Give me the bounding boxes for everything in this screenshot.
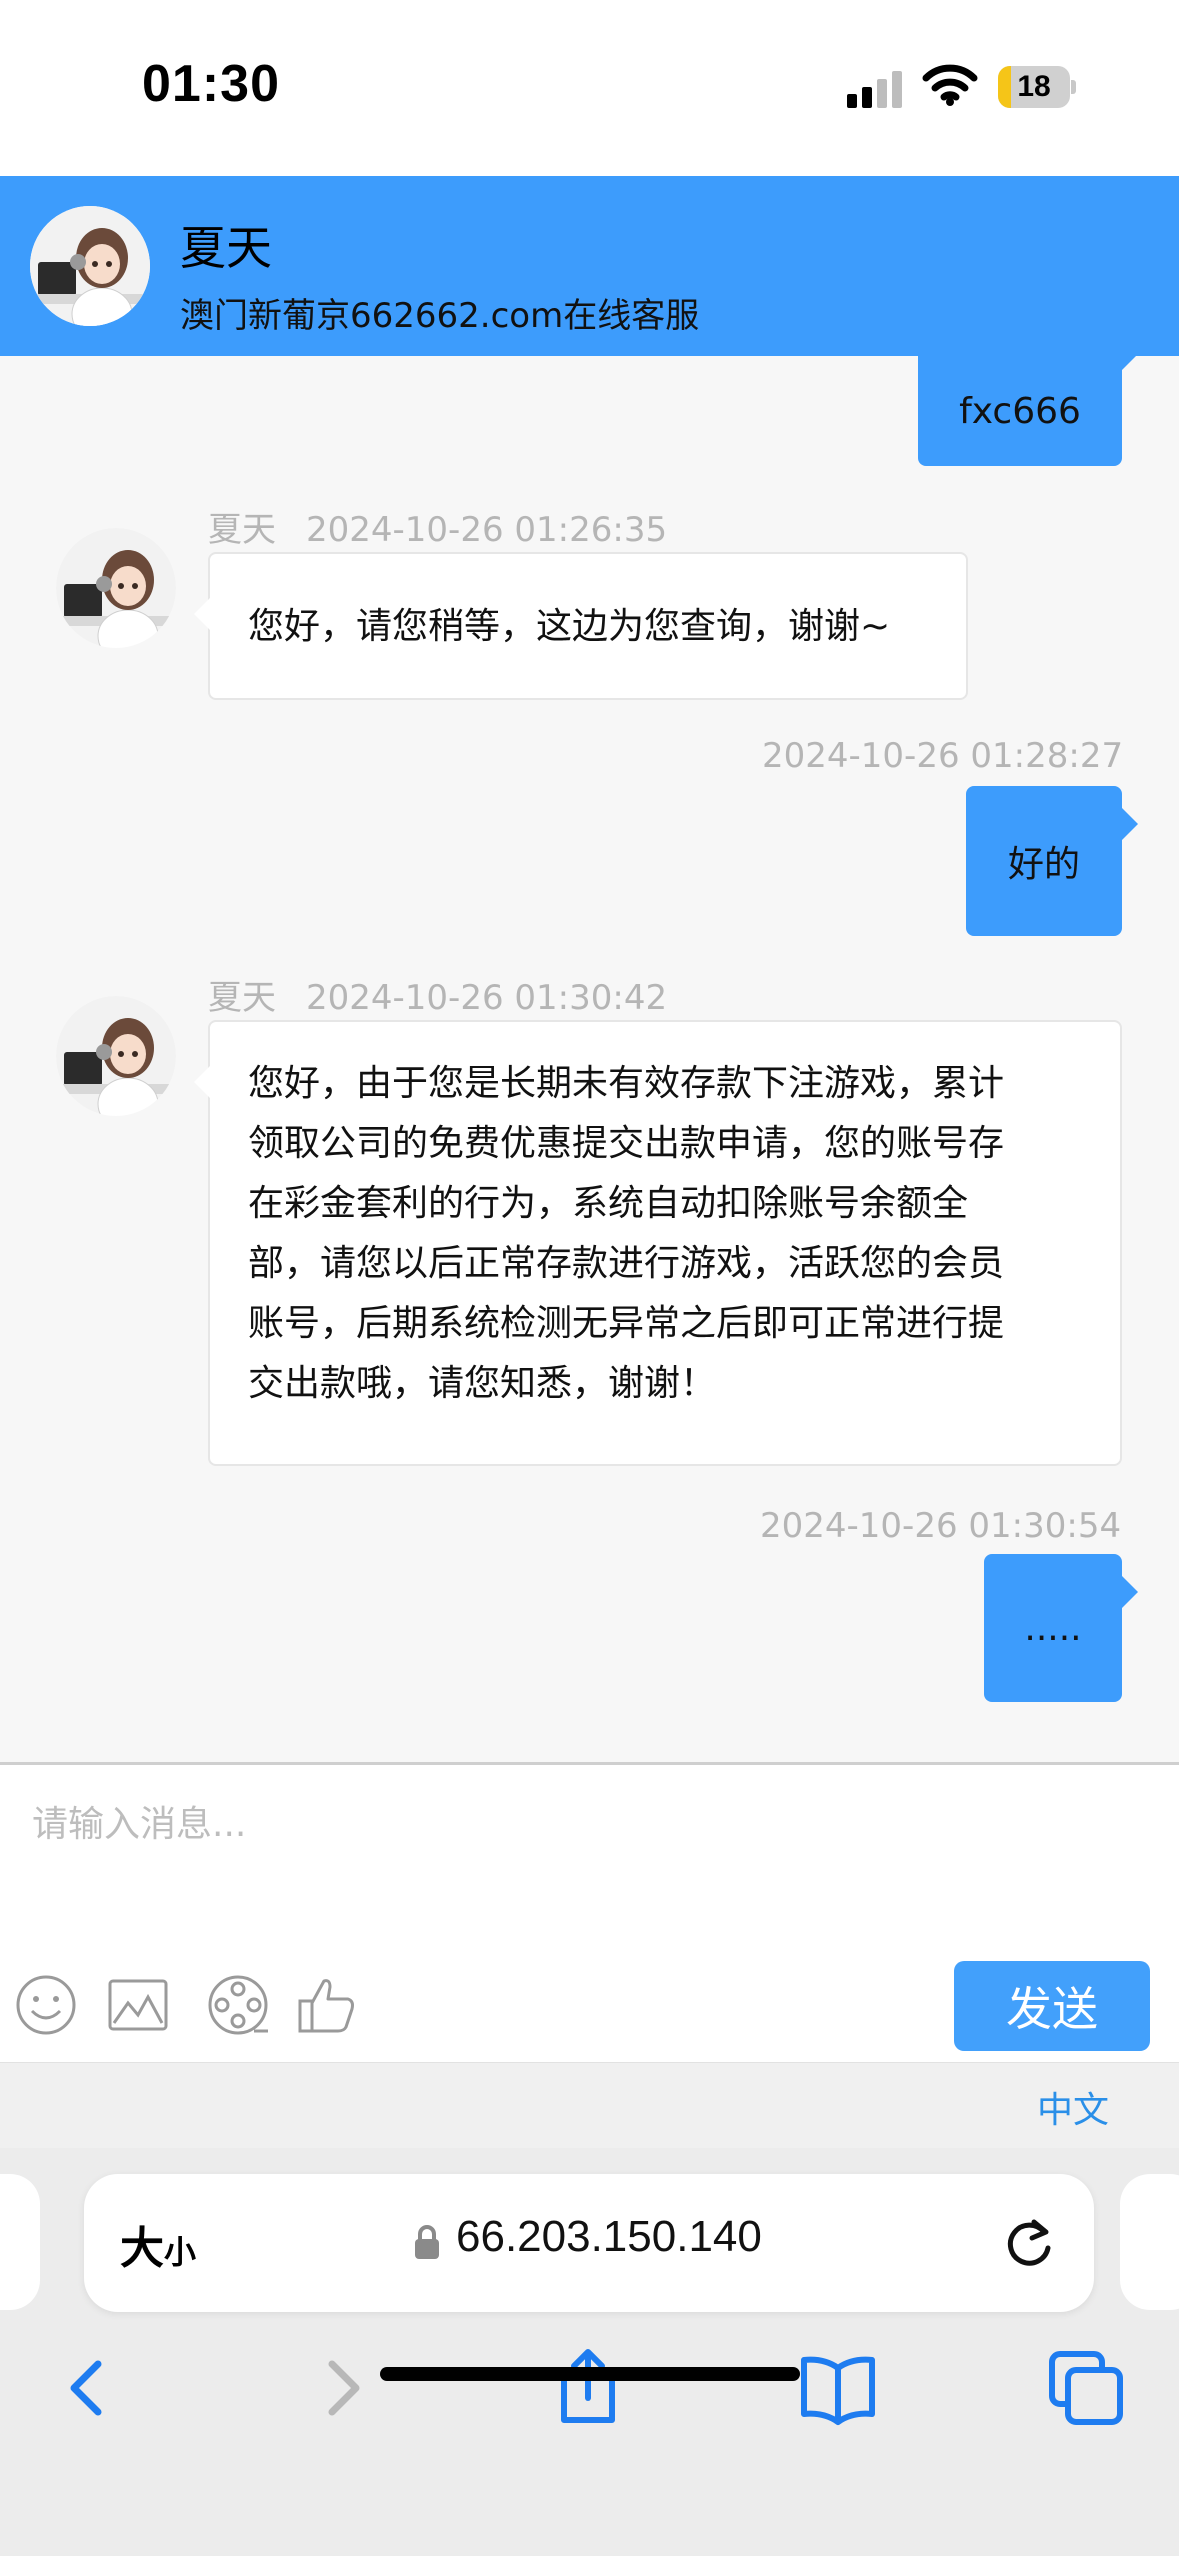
incoming-message: 您好，由于您是长期未有效存款下注游戏，累计 领取公司的免费优惠提交出款申请，您的…	[194, 1020, 1122, 1466]
next-tab-preview[interactable]	[1120, 2174, 1179, 2310]
emoji-icon[interactable]	[14, 1973, 78, 2037]
battery-percent: 18	[1017, 70, 1051, 103]
lock-icon	[415, 2225, 439, 2259]
message-line: 在彩金套利的行为，系统自动扣除账号余额全	[248, 1183, 969, 1224]
status-bar: 01:30 18	[0, 0, 1179, 176]
send-button[interactable]: 发送	[954, 1961, 1150, 2051]
message-input[interactable]	[0, 1765, 1179, 1945]
sender-name: 夏天	[208, 510, 276, 550]
browser-toolbar: 大小 66.203.150.140	[0, 2148, 1179, 2556]
back-icon[interactable]	[48, 2348, 128, 2428]
outgoing-message: 好的	[966, 786, 1138, 936]
agent-avatar	[56, 996, 176, 1116]
reload-icon[interactable]	[1000, 2214, 1058, 2272]
outgoing-message: .....	[984, 1554, 1138, 1702]
status-time: 01:30	[142, 55, 280, 113]
message-line: 账号，后期系统检测无异常之后即可正常进行提	[248, 1303, 1005, 1344]
composer: 发送	[0, 1762, 1179, 2062]
language-bar: 中文	[0, 2062, 1179, 2148]
message-list[interactable]: fxc666 夏天 2024-10-26 01:26:35 您好，请您稍等，这边为…	[0, 356, 1179, 1762]
chat-header: 夏天 澳门新葡京662662.com在线客服	[0, 176, 1179, 356]
address-bar[interactable]: 大小 66.203.150.140	[84, 2174, 1094, 2312]
message-meta: 夏天 2024-10-26 01:30:42	[208, 970, 667, 1019]
message-line: 交出款哦，请您知悉，谢谢！	[248, 1363, 717, 1404]
forward-icon[interactable]	[302, 2348, 382, 2428]
message-time: 2024-10-26 01:30:42	[306, 978, 668, 1018]
text-size-button[interactable]: 大小	[120, 2212, 196, 2276]
thumbs-up-icon[interactable]	[296, 1973, 360, 2037]
video-icon[interactable]	[206, 1973, 270, 2037]
message-meta: 夏天 2024-10-26 01:26:35	[208, 502, 667, 551]
message-line: 领取公司的免费优惠提交出款申请，您的账号存	[248, 1123, 1005, 1164]
url-text: 66.203.150.140	[456, 2212, 762, 2261]
sender-name: 夏天	[208, 978, 276, 1018]
header-subtitle: 澳门新葡京662662.com在线客服	[180, 296, 700, 336]
message-text: 您好，请您稍等，这边为您查询，谢谢~	[248, 606, 891, 647]
message-text: fxc666	[959, 390, 1081, 432]
home-indicator	[380, 2367, 800, 2381]
message-line: 您好，由于您是长期未有效存款下注游戏，累计	[248, 1063, 1005, 1104]
agent-name: 夏天	[180, 221, 272, 275]
language-switch[interactable]: 中文	[1037, 2081, 1109, 2133]
agent-avatar	[30, 206, 150, 326]
incoming-message: 您好，请您稍等，这边为您查询，谢谢~	[194, 552, 968, 700]
agent-avatar	[56, 528, 176, 648]
message-time: 2024-10-26 01:26:35	[306, 510, 668, 550]
message-text: .....	[1024, 1607, 1082, 1649]
message-line: 部，请您以后正常存款进行游戏，活跃您的会员	[248, 1243, 1005, 1284]
battery-indicator: 18	[998, 66, 1076, 108]
message-time: 2024-10-26 01:28:27	[762, 736, 1124, 776]
message-text: 好的	[1007, 844, 1080, 885]
previous-tab-preview[interactable]	[0, 2174, 40, 2310]
cellular-signal-icon	[847, 71, 902, 108]
message-time: 2024-10-26 01:30:54	[760, 1506, 1122, 1546]
wifi-icon	[922, 64, 978, 106]
share-icon[interactable]	[548, 2348, 628, 2428]
tabs-icon[interactable]	[1046, 2348, 1126, 2428]
outgoing-message: fxc666	[918, 356, 1138, 466]
image-icon[interactable]	[106, 1973, 170, 2037]
bookmarks-icon[interactable]	[798, 2348, 878, 2428]
